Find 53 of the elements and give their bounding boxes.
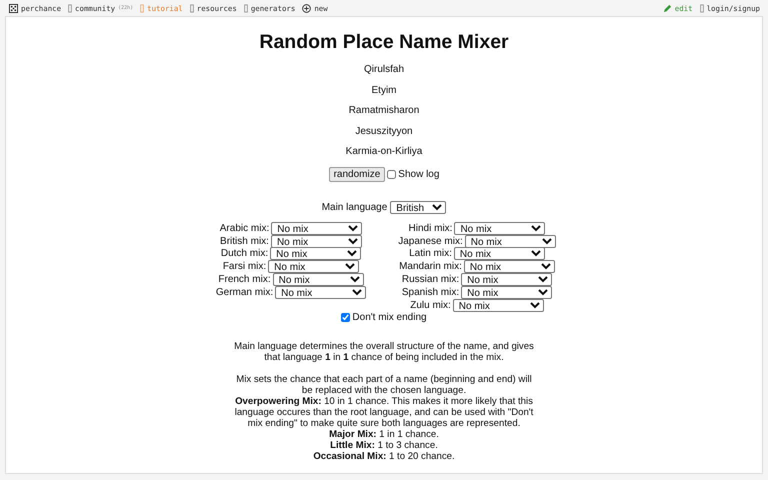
mix-dropdown[interactable]: No mix xyxy=(275,286,366,299)
generated-name: Etyim xyxy=(370,84,398,97)
mix-dropdown[interactable]: No mix xyxy=(452,298,544,312)
mix-dropdown[interactable]: No mix xyxy=(272,273,364,286)
description-text: Mix sets the chance that each part of a name (beginning and end) will be replaced with the chosen language. xyxy=(235,374,533,396)
field-label: German mix: xyxy=(216,286,274,298)
description-text: Major Mix: 1 in 1 chance. xyxy=(328,428,440,440)
field-label: Arabic mix: xyxy=(220,222,270,234)
language-dropdown[interactable]: British xyxy=(390,200,446,214)
checkbox-label: Show log xyxy=(398,168,440,180)
field-label: Mandarin mix: xyxy=(399,261,462,272)
mix-dropdown[interactable]: No mix xyxy=(271,222,362,235)
checkbox-label: Don't mix ending xyxy=(352,312,427,323)
mix-dropdown[interactable]: No mix xyxy=(461,273,552,286)
mix-dropdown[interactable]: No mix xyxy=(461,286,552,299)
description-text: Occasional Mix: 1 to 20 chance. xyxy=(312,450,456,462)
description-text: Little Mix: 1 to 3 chance. xyxy=(329,440,439,451)
mix-dropdown[interactable]: No mix xyxy=(454,222,546,235)
glyph-icon xyxy=(244,4,248,12)
generated-name: Ramatmisharon xyxy=(348,105,420,118)
field-label: Main language xyxy=(322,202,388,213)
checkbox[interactable] xyxy=(387,170,396,179)
description-text: Main language determines the overall structure of the name, and gives that language 1 in 1 chance of being included in the mix. xyxy=(234,340,534,363)
field-label: British mix: xyxy=(220,236,269,247)
field-label: Russian mix: xyxy=(402,274,460,286)
mix-dropdown[interactable]: No mix xyxy=(454,247,545,260)
field-label: Zulu mix: xyxy=(410,300,451,311)
mix-dropdown[interactable]: No mix xyxy=(464,234,556,248)
mix-dropdown[interactable]: No mix xyxy=(270,234,362,248)
glyph-icon xyxy=(140,4,144,12)
generated-name: Jesuszityyon xyxy=(354,126,414,138)
field-label: Hindi mix: xyxy=(408,222,452,234)
field-label: French mix: xyxy=(218,274,271,286)
pencil-icon xyxy=(662,4,672,12)
checkbox[interactable] xyxy=(341,312,350,322)
field-label: Spanish mix: xyxy=(402,286,460,298)
field-label: Farsi mix: xyxy=(222,261,266,272)
generated-name: Qirulsfah xyxy=(362,64,405,76)
glyph-icon xyxy=(190,4,194,12)
dice-icon xyxy=(9,4,18,12)
mix-dropdown[interactable]: No mix xyxy=(464,260,555,274)
field-label: Japanese mix: xyxy=(398,236,463,247)
glyph-icon xyxy=(68,4,72,12)
page-title: Random Place Name Mixer xyxy=(258,31,510,54)
plus-icon xyxy=(302,4,312,12)
field-label: Dutch mix: xyxy=(220,248,268,260)
description-text: Overpowering Mix: 10 in 1 chance. This makes it more likely that this language occures than the root language, and can be used with "Don't mix ending" to make quite sure both languages are represented. xyxy=(234,396,534,429)
glyph-icon xyxy=(700,4,704,12)
randomize-button[interactable]: randomize xyxy=(328,166,386,182)
mix-dropdown[interactable]: No mix xyxy=(268,260,360,274)
mix-dropdown[interactable]: No mix xyxy=(270,247,362,260)
field-label: Latin mix: xyxy=(409,248,452,260)
generated-name: Karmia-on-Kirliya xyxy=(344,146,424,158)
